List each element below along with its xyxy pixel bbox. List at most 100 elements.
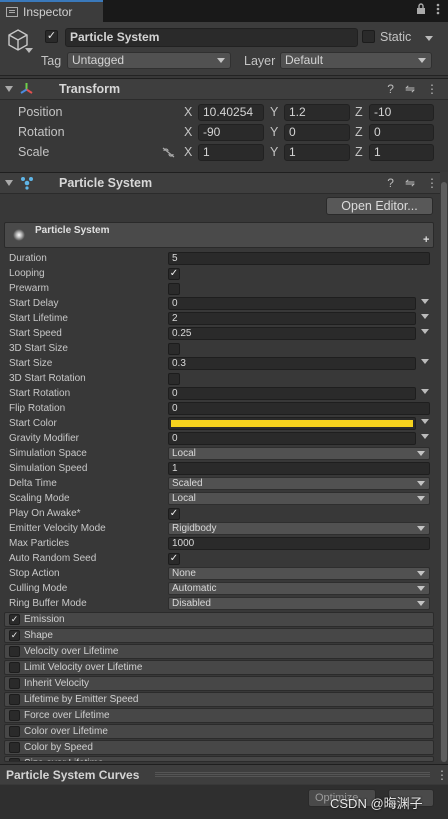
start-rotation-field[interactable]: 0 — [168, 387, 416, 400]
transform-scale-x-field[interactable]: 1 — [198, 144, 264, 161]
preset-icon[interactable]: ⇋ — [405, 176, 415, 190]
max-particles-field[interactable]: 1000 — [168, 537, 430, 550]
transform-rotation-y-field[interactable]: 0 — [284, 124, 350, 141]
z-axis-label[interactable]: Z — [355, 105, 363, 119]
icon-dropdown-arrow[interactable] — [25, 48, 33, 53]
module-enable-checkbox[interactable]: ✓ — [9, 614, 20, 625]
start-size-mode-arrow[interactable] — [420, 357, 430, 367]
module-enable-checkbox[interactable]: ✓ — [9, 630, 20, 641]
module-row[interactable]: Size over Lifetime — [4, 756, 434, 762]
module-enable-checkbox[interactable] — [9, 646, 20, 657]
transform-rotation-z-field[interactable]: 0 — [369, 124, 434, 141]
prewarm-checkbox[interactable] — [168, 283, 180, 295]
start-lifetime-field[interactable]: 2 — [168, 312, 416, 325]
help-icon[interactable]: ? — [387, 82, 394, 96]
start-color-swatch[interactable] — [171, 420, 413, 427]
module-enable-checkbox[interactable] — [9, 678, 20, 689]
module-row[interactable]: ✓ Emission — [4, 612, 434, 627]
start-color-mode-arrow[interactable] — [420, 417, 430, 427]
module-enable-checkbox[interactable] — [9, 662, 20, 673]
preset-icon[interactable]: ⇋ — [405, 82, 415, 96]
start-size-field[interactable]: 0.3 — [168, 357, 416, 370]
add-icon[interactable]: + — [423, 234, 429, 246]
component-menu-icon[interactable]: ⋮ — [426, 82, 438, 96]
z-axis-label[interactable]: Z — [355, 125, 363, 139]
module-row[interactable]: Inherit Velocity — [4, 676, 434, 691]
tab-inspector[interactable]: Inspector — [0, 0, 103, 22]
simulation-space-dropdown[interactable]: Local — [168, 447, 430, 460]
start-speed-mode-arrow[interactable] — [420, 327, 430, 337]
start-size-3d-checkbox[interactable] — [168, 343, 180, 355]
start-rotation-mode-arrow[interactable] — [420, 387, 430, 397]
curves-header[interactable]: Particle System Curves ⋮ — [0, 764, 448, 784]
help-icon[interactable]: ? — [387, 176, 394, 190]
lock-icon[interactable] — [416, 3, 426, 18]
auto-random-seed-checkbox[interactable]: ✓ — [168, 553, 180, 565]
constrain-proportions-icon[interactable] — [162, 147, 175, 161]
transform-header[interactable]: Transform ? ⇋ ⋮ — [0, 78, 448, 100]
menu-icon[interactable] — [436, 3, 440, 18]
looping-checkbox[interactable]: ✓ — [168, 268, 180, 280]
play-on-awake-checkbox[interactable]: ✓ — [168, 508, 180, 520]
transform-position-y-field[interactable]: 1.2 — [284, 104, 350, 121]
static-checkbox[interactable] — [362, 30, 375, 43]
foldout-arrow[interactable] — [5, 180, 13, 186]
z-axis-label[interactable]: Z — [355, 145, 363, 159]
active-checkbox[interactable]: ✓ — [45, 30, 58, 43]
start-lifetime-mode-arrow[interactable] — [420, 312, 430, 322]
start-color-field[interactable] — [168, 417, 416, 430]
transform-position-x-field[interactable]: 10.40254 — [198, 104, 264, 121]
resize-handle[interactable] — [155, 774, 430, 775]
y-axis-label[interactable]: Y — [270, 145, 278, 159]
foldout-arrow[interactable] — [5, 86, 13, 92]
module-enable-checkbox[interactable] — [9, 758, 20, 761]
module-row[interactable]: Lifetime by Emitter Speed — [4, 692, 434, 707]
ring-buffer-mode-dropdown[interactable]: Disabled — [168, 597, 430, 610]
y-axis-label[interactable]: Y — [270, 125, 278, 139]
module-row[interactable]: Velocity over Lifetime — [4, 644, 434, 659]
start-rotation-3d-checkbox[interactable] — [168, 373, 180, 385]
module-enable-checkbox[interactable] — [9, 694, 20, 705]
scrollbar-thumb[interactable] — [441, 182, 447, 762]
scaling-mode-dropdown[interactable]: Local — [168, 492, 430, 505]
module-row[interactable]: Color by Speed — [4, 740, 434, 755]
module-enable-checkbox[interactable] — [9, 742, 20, 753]
object-name-field[interactable]: Particle System — [65, 28, 358, 47]
main-module-header[interactable]: Particle System + — [4, 222, 434, 248]
culling-mode-dropdown[interactable]: Automatic — [168, 582, 430, 595]
particle-system-header[interactable]: Particle System ? ⇋ ⋮ — [0, 172, 448, 194]
x-axis-label[interactable]: X — [184, 105, 192, 119]
emitter-velocity-mode-dropdown[interactable]: Rigidbody — [168, 522, 430, 535]
gravity-modifier-field[interactable]: 0 — [168, 432, 416, 445]
x-axis-label[interactable]: X — [184, 125, 192, 139]
layer-dropdown[interactable]: Default — [280, 52, 432, 69]
module-enable-checkbox[interactable] — [9, 710, 20, 721]
delta-time-dropdown[interactable]: Scaled — [168, 477, 430, 490]
module-row[interactable]: Limit Velocity over Lifetime — [4, 660, 434, 675]
open-editor-button[interactable]: Open Editor... — [326, 197, 433, 215]
scrollbar-track[interactable] — [440, 172, 448, 762]
stop-action-dropdown[interactable]: None — [168, 567, 430, 580]
curves-menu-icon[interactable]: ⋮ — [436, 768, 448, 782]
start-speed-field[interactable]: 0.25 — [168, 327, 416, 340]
start-delay-field[interactable]: 0 — [168, 297, 416, 310]
transform-position-z-field[interactable]: -10 — [369, 104, 434, 121]
gravity-modifier-mode-arrow[interactable] — [420, 432, 430, 442]
duration-field[interactable]: 5 — [168, 252, 430, 265]
module-row[interactable]: ✓ Shape — [4, 628, 434, 643]
start-delay-mode-arrow[interactable] — [420, 297, 430, 307]
static-dropdown-arrow[interactable] — [425, 36, 433, 41]
x-axis-label[interactable]: X — [184, 145, 192, 159]
module-enable-checkbox[interactable] — [9, 726, 20, 737]
component-menu-icon[interactable]: ⋮ — [426, 176, 438, 190]
simulation-speed-field[interactable]: 1 — [168, 462, 430, 475]
module-row[interactable]: Color over Lifetime — [4, 724, 434, 739]
module-row[interactable]: Force over Lifetime — [4, 708, 434, 723]
transform-scale-z-field[interactable]: 1 — [369, 144, 434, 161]
prewarm-label: Prewarm — [9, 283, 50, 294]
y-axis-label[interactable]: Y — [270, 105, 278, 119]
tag-dropdown[interactable]: Untagged — [67, 52, 231, 69]
transform-rotation-x-field[interactable]: -90 — [198, 124, 264, 141]
transform-scale-y-field[interactable]: 1 — [284, 144, 350, 161]
flip-rotation-field[interactable]: 0 — [168, 402, 430, 415]
